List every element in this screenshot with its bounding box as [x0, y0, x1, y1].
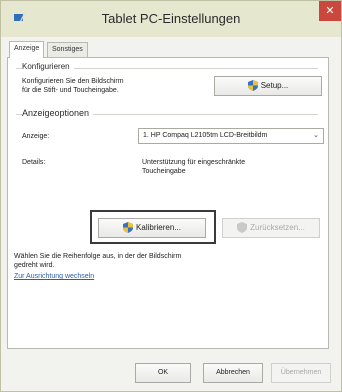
- dialog-body: Anzeige Sonstiges Konfigurieren Konfigur…: [7, 37, 335, 385]
- ok-button-label: OK: [157, 369, 169, 376]
- calibrate-button[interactable]: Kalibrieren...: [98, 218, 206, 238]
- close-button[interactable]: ✕: [319, 1, 341, 21]
- cancel-button[interactable]: Abbrechen: [203, 363, 263, 383]
- display-select-value: 1. HP Compaq L2105tm LCD-Breitbildm: [143, 132, 268, 139]
- calibrate-button-label: Kalibrieren...: [136, 223, 181, 232]
- shield-icon: [247, 80, 258, 92]
- tab-label: Sonstiges: [52, 46, 83, 53]
- apply-button-label: Übernehmen: [280, 369, 322, 376]
- display-select[interactable]: 1. HP Compaq L2105tm LCD-Breitbildm ⌄: [138, 128, 324, 144]
- ok-button[interactable]: OK: [135, 363, 191, 383]
- orientation-link[interactable]: Zur Ausrichtung wechseln: [14, 273, 94, 280]
- shield-icon: [123, 222, 134, 234]
- apply-button[interactable]: Übernehmen: [271, 363, 331, 383]
- configure-description-line2: für die Stift- und Toucheingabe.: [22, 87, 119, 94]
- cancel-button-label: Abbrechen: [216, 369, 250, 376]
- details-label: Details:: [22, 159, 46, 166]
- display-label: Anzeige:: [22, 133, 50, 140]
- shield-icon: [237, 222, 248, 234]
- orientation-text-line2: gedreht wird.: [14, 262, 55, 269]
- tablet-pc-settings-window: Tablet PC-Einstellungen ✕ Anzeige Sonsti…: [0, 0, 342, 392]
- tab-sonstiges[interactable]: Sonstiges: [47, 42, 88, 57]
- title-bar[interactable]: Tablet PC-Einstellungen ✕: [1, 1, 341, 37]
- details-line1: Unterstützung für eingeschränkte: [142, 159, 246, 166]
- window-title: Tablet PC-Einstellungen: [101, 11, 241, 26]
- configure-group-title: Konfigurieren: [22, 62, 74, 71]
- tab-panel-anzeige: Konfigurieren Konfigurieren Sie den Bild…: [7, 57, 329, 349]
- setup-button-label: Setup...: [260, 81, 289, 90]
- chevron-down-icon: ⌄: [313, 132, 319, 139]
- orientation-text-line1: Wählen Sie die Reihenfolge aus, in der d…: [14, 253, 182, 260]
- details-line2: Toucheingabe: [142, 168, 186, 175]
- reset-button[interactable]: Zurücksetzen...: [222, 218, 320, 238]
- tab-anzeige[interactable]: Anzeige: [9, 41, 45, 58]
- close-icon: ✕: [325, 5, 335, 17]
- setup-button[interactable]: Setup...: [214, 76, 322, 96]
- reset-button-label: Zurücksetzen...: [250, 223, 305, 232]
- tab-strip: Anzeige Sonstiges: [7, 41, 335, 58]
- configure-description-line1: Konfigurieren Sie den Bildschirm: [22, 78, 124, 85]
- display-options-group-title: Anzeigeoptionen: [22, 108, 94, 118]
- tab-label: Anzeige: [14, 45, 40, 52]
